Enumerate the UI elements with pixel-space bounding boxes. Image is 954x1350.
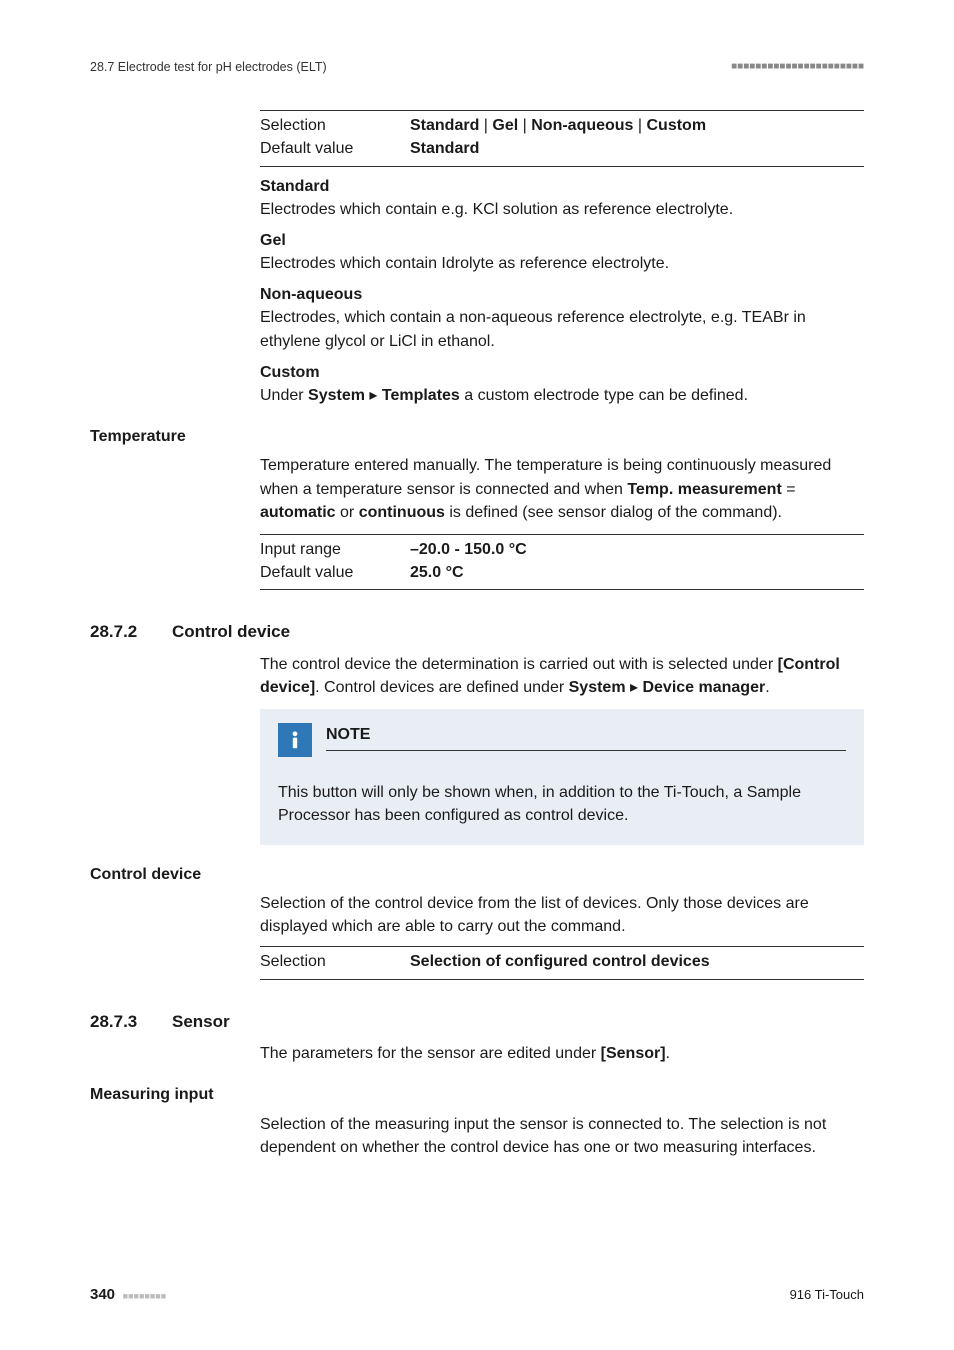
temperature-label: Temperature [90,425,864,448]
opt-gel-body: Electrodes which contain Idrolyte as ref… [260,252,864,275]
opt-custom-body: Under System ▸ Templates a custom electr… [260,384,864,407]
footer-ornament: ■■■■■■■■ [123,1291,167,1301]
opt-standard-title: Standard [260,175,864,198]
t: . [765,679,769,696]
t: Under [260,387,308,404]
sep: | [479,117,492,134]
path-device-manager: Device manager [642,679,765,696]
t: or [336,504,359,521]
row-default-temp: Default value 25.0 °C [260,561,864,584]
value-ctrl-selection: Selection of configured control devices [410,950,864,973]
electrode-type-options: Standard Electrodes which contain e.g. K… [260,175,864,408]
header-ornament: ■■■■■■■■■■■■■■■■■■■■■■ [731,60,864,75]
sensor-intro: The parameters for the sensor are edited… [260,1042,864,1065]
measuring-input-label: Measuring input [90,1083,864,1106]
page-content: Selection Standard | Gel | Non-aqueous |… [90,110,864,1159]
note-box: NOTE This button will only be shown when… [260,709,864,845]
section-num: 28.7.2 [90,620,172,645]
row-input-range: Input range –20.0 - 150.0 °C [260,538,864,561]
temperature-table: Input range –20.0 - 150.0 °C Default val… [260,534,864,590]
opt-custom-title: Custom [260,361,864,384]
info-icon [278,723,312,757]
control-device-intro: The control device the determination is … [260,653,864,699]
t: a custom electrode type can be defined. [460,387,748,404]
opt-custom-block: Custom Under System ▸ Templates a custom… [260,361,864,407]
opt-gel: Gel [492,117,518,134]
note-title-wrap: NOTE [326,723,846,762]
path-arrow: ▸ [626,679,643,696]
label-ctrl-selection: Selection [260,950,410,973]
row-selection: Selection Standard | Gel | Non-aqueous |… [260,114,864,137]
t: . Control devices are defined under [315,679,568,696]
path-system: System [308,387,365,404]
t: . [666,1045,670,1062]
footer-right: 916 Ti-Touch [790,1286,864,1305]
opt-standard-body: Electrodes which contain e.g. KCl soluti… [260,198,864,221]
btn-sensor: [Sensor] [601,1045,666,1062]
electrode-type-table: Selection Standard | Gel | Non-aqueous |… [260,110,864,166]
b: continuous [359,504,445,521]
opt-standard: Standard [410,117,479,134]
b: Temp. measurement [627,481,781,498]
t: = [782,481,796,498]
measuring-input-body: Selection of the measuring input the sen… [260,1113,864,1159]
label-default-temp: Default value [260,561,410,584]
section-control-device-heading: 28.7.2 Control device [90,620,864,645]
label-default: Default value [260,137,410,160]
sep: | [633,117,646,134]
t: is defined (see sensor dialog of the com… [445,504,782,521]
temperature-spec: Input range –20.0 - 150.0 °C Default val… [260,534,864,590]
opt-nonaqueous: Non-aqueous [531,117,633,134]
page-number: 340 [90,1286,115,1303]
temperature-body: Temperature entered manually. The temper… [260,454,864,524]
value-default-temp: 25.0 °C [410,561,864,584]
opt-nonaqueous-body: Electrodes, which contain a non-aqueous … [260,306,864,352]
running-head-left: 28.7 Electrode test for pH electrodes (E… [90,58,327,76]
page-footer: 340 ■■■■■■■■ 916 Ti-Touch [90,1284,864,1306]
electrode-type-spec: Selection Standard | Gel | Non-aqueous |… [260,110,864,407]
section-sensor-heading: 28.7.3 Sensor [90,1010,864,1035]
t: The parameters for the sensor are edited… [260,1045,601,1062]
row-ctrl-selection: Selection Selection of configured contro… [260,950,864,973]
opt-gel-title: Gel [260,229,864,252]
note-title: NOTE [326,723,846,750]
section-num: 28.7.3 [90,1010,172,1035]
value-selection: Standard | Gel | Non-aqueous | Custom [410,114,864,137]
path-arrow: ▸ [365,387,382,404]
t: The control device the determination is … [260,656,778,673]
info-icon-svg [284,729,306,751]
note-head: NOTE [278,723,846,762]
b: automatic [260,504,336,521]
opt-custom: Custom [647,117,707,134]
opt-nonaqueous-block: Non-aqueous Electrodes, which contain a … [260,283,864,353]
value-input-range: –20.0 - 150.0 °C [410,538,864,561]
opt-gel-block: Gel Electrodes which contain Idrolyte as… [260,229,864,275]
section-title: Control device [172,620,290,645]
path-system: System [569,679,626,696]
control-device-field-body: Selection of the control device from the… [260,892,864,938]
note-body: This button will only be shown when, in … [278,781,846,827]
label-input-range: Input range [260,538,410,561]
page-header: 28.7 Electrode test for pH electrodes (E… [90,58,864,76]
control-device-field-label: Control device [90,863,864,886]
row-default: Default value Standard [260,137,864,160]
sep: | [518,117,531,134]
footer-left: 340 ■■■■■■■■ [90,1284,166,1306]
section-title: Sensor [172,1010,230,1035]
opt-standard-block: Standard Electrodes which contain e.g. K… [260,175,864,221]
opt-nonaqueous-title: Non-aqueous [260,283,864,306]
label-selection: Selection [260,114,410,137]
path-templates: Templates [382,387,460,404]
control-device-spec: Selection Selection of configured contro… [260,946,864,979]
control-device-table: Selection Selection of configured contro… [260,946,864,979]
value-default: Standard [410,137,864,160]
